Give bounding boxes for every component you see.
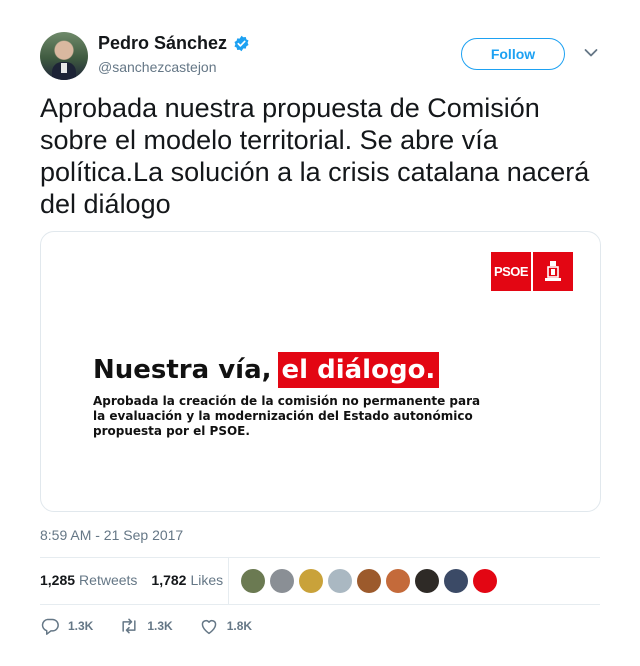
liker-avatar[interactable] <box>473 569 497 593</box>
psoe-logo: PSOE <box>491 252 574 291</box>
like-count: 1.8K <box>226 619 253 633</box>
user-name-row: Pedro Sánchez <box>98 33 250 54</box>
card-headline: Nuestra vía, el diálogo. <box>93 352 440 388</box>
liker-avatar[interactable] <box>270 569 294 593</box>
retweets-label: Retweets <box>79 572 138 588</box>
tweet-text: Aprobada nuestra propuesta de Comisión s… <box>40 93 590 219</box>
follow-button[interactable]: Follow <box>461 38 565 70</box>
tweet-timestamp[interactable]: 8:59 AM - 21 Sep 2017 <box>40 527 183 543</box>
retweets-stat[interactable]: 1,285 Retweets <box>40 572 137 588</box>
heart-icon <box>201 619 217 635</box>
profile-avatar[interactable] <box>40 32 88 80</box>
retweet-icon <box>122 618 136 634</box>
stats-separator <box>228 558 229 604</box>
headline-highlight: el diálogo. <box>277 352 440 388</box>
like-button[interactable]: 1.8K <box>199 617 252 635</box>
retweets-count: 1,285 <box>40 572 76 588</box>
liker-avatar[interactable] <box>444 569 468 593</box>
liker-avatar[interactable] <box>386 569 410 593</box>
tweet-actions: 1.3K 1.3K 1.8K <box>40 617 278 635</box>
retweet-count: 1.3K <box>147 619 173 633</box>
reply-icon <box>41 618 59 635</box>
chevron-down-icon[interactable] <box>584 48 598 58</box>
verified-badge-icon <box>234 35 249 52</box>
divider-bottom <box>40 604 600 605</box>
headline-plain: Nuestra vía, <box>93 355 272 385</box>
likes-count: 1,782 <box>151 572 187 588</box>
likes-stat[interactable]: 1,782 Likes <box>151 572 223 588</box>
user-handle[interactable]: @sanchezcastejon <box>98 59 217 75</box>
tweet-stats: 1,285 Retweets 1,782 Likes <box>40 572 223 588</box>
liker-avatar[interactable] <box>328 569 352 593</box>
retweet-button[interactable]: 1.3K <box>119 617 173 635</box>
user-name[interactable]: Pedro Sánchez <box>98 33 227 54</box>
reply-button[interactable]: 1.3K <box>40 617 93 635</box>
psoe-rose-icon <box>533 252 573 291</box>
psoe-logo-text: PSOE <box>491 252 531 291</box>
divider-top <box>40 557 600 558</box>
liker-avatar[interactable] <box>357 569 381 593</box>
card-subtext: Aprobada la creación de la comisión no p… <box>93 394 481 438</box>
likes-label: Likes <box>190 572 224 588</box>
liker-avatar[interactable] <box>241 569 265 593</box>
avatar-shirt <box>61 63 67 73</box>
liker-avatar[interactable] <box>299 569 323 593</box>
reply-count: 1.3K <box>68 619 94 633</box>
tweet-media-card[interactable]: PSOE Nuestra vía, el diálogo. Aprobada l… <box>40 231 601 512</box>
liker-avatar[interactable] <box>415 569 439 593</box>
